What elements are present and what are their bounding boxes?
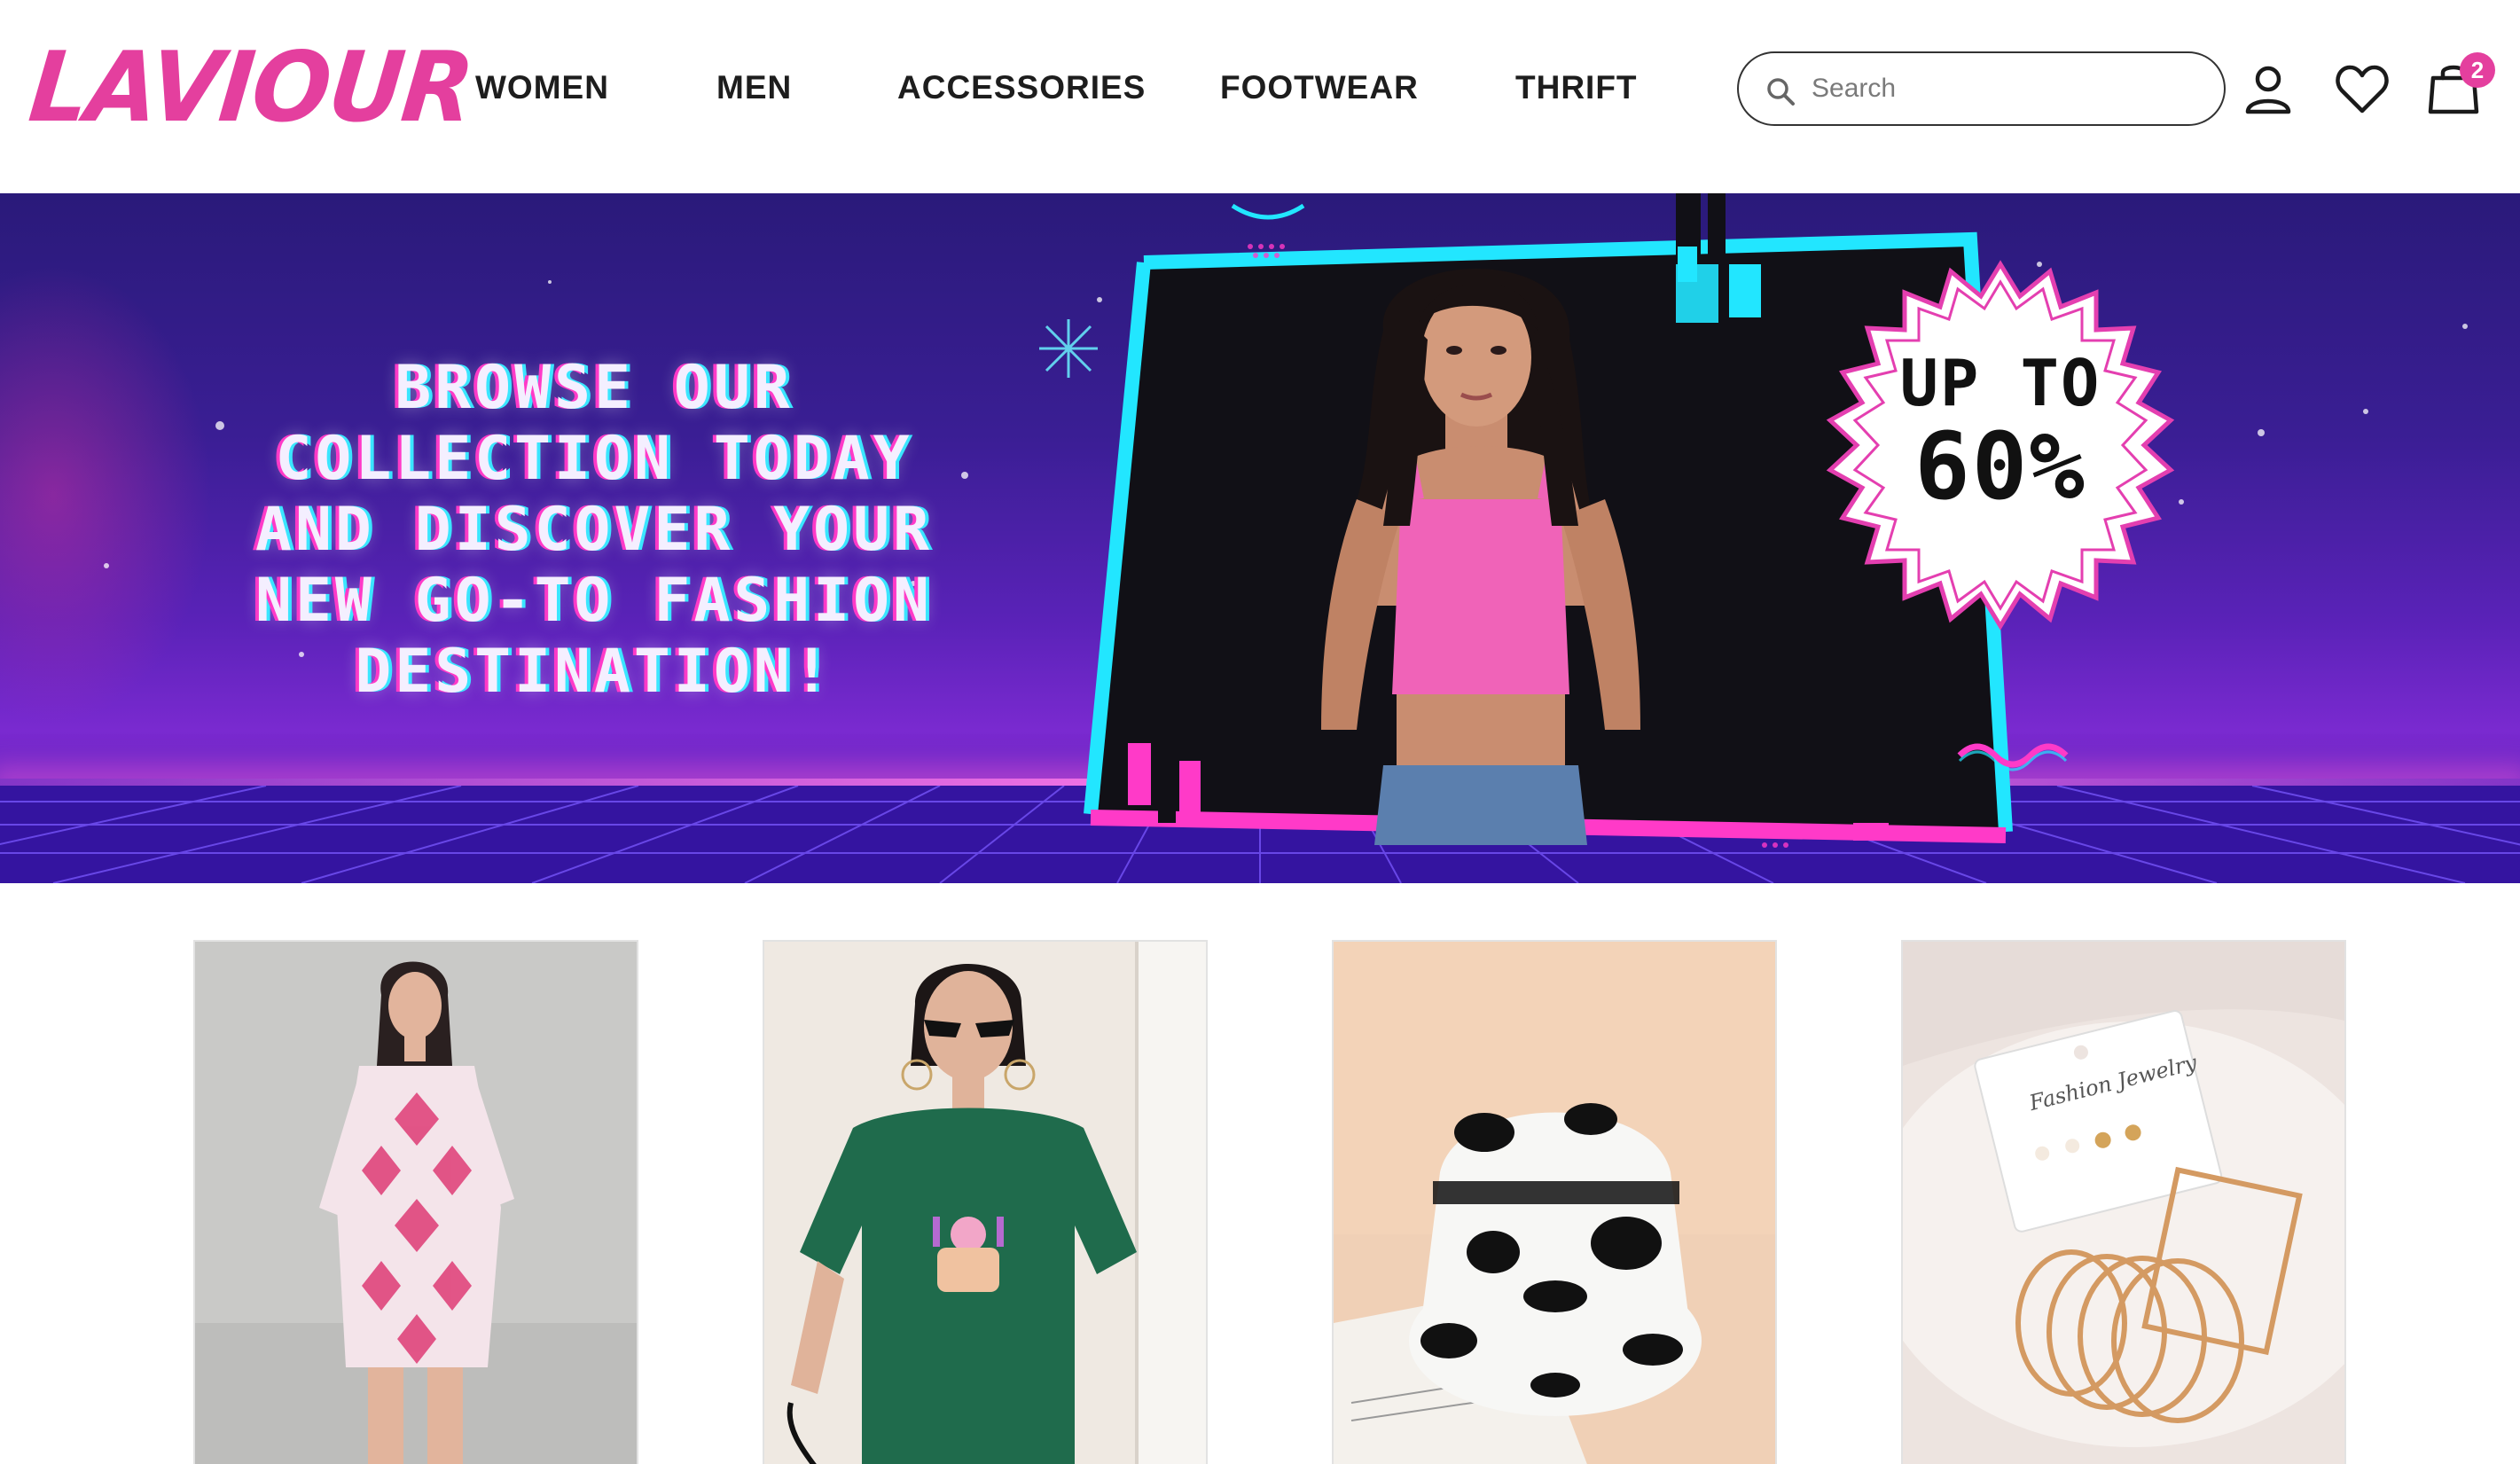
hero-headline-line: DESTINATION!	[355, 637, 833, 707]
pink-patterned-shirt-dress-photo	[195, 942, 637, 1464]
green-graphic-tshirt-photo	[764, 942, 1206, 1464]
promo-line-2: 60%	[1914, 412, 2086, 521]
hero-model-photo	[1321, 269, 1640, 845]
search-icon[interactable]	[1764, 74, 1799, 110]
product-grid: Fashion Jewelry	[0, 940, 2520, 1464]
hero-headline-line: BROWSE OUR	[395, 353, 794, 423]
site-header: LAVIOUR WOMEN MEN ACCESSORIES FOOTWEAR T…	[0, 0, 2520, 193]
search-input[interactable]	[1812, 66, 2202, 112]
promo-line-1: UP TO	[1899, 346, 2101, 420]
brand-logo[interactable]: LAVIOUR	[25, 30, 478, 144]
product-card[interactable]	[763, 940, 1208, 1464]
search-box	[1737, 51, 2226, 126]
gold-hoop-earrings-set-photo: Fashion Jewelry	[1903, 942, 2344, 1464]
nav-item-footwear[interactable]: FOOTWEAR	[1220, 69, 1419, 106]
product-card[interactable]	[1332, 940, 1777, 1464]
promo-text: UP TO 60%	[1832, 351, 2169, 513]
product-card[interactable]	[193, 940, 638, 1464]
heart-icon[interactable]	[2335, 64, 2390, 115]
nav-item-women[interactable]: WOMEN	[475, 69, 609, 106]
nav-item-thrift[interactable]: THRIFT	[1515, 69, 1638, 106]
hero-headline-line: AND DISCOVER YOUR	[255, 495, 933, 565]
hero-headline: BROWSE OUR COLLECTION TODAY AND DISCOVER…	[160, 353, 1029, 708]
cart-count-badge: 2	[2460, 52, 2495, 88]
hero-headline-line: NEW GO-TO FASHION	[255, 566, 933, 636]
hero-banner[interactable]: BROWSE OUR COLLECTION TODAY AND DISCOVER…	[0, 193, 2520, 883]
product-card[interactable]: Fashion Jewelry	[1901, 940, 2346, 1464]
hero-headline-line: COLLECTION TODAY	[275, 424, 913, 494]
nav-item-men[interactable]: MEN	[716, 69, 792, 106]
cow-print-bucket-hat-photo	[1334, 942, 1775, 1464]
nav-item-accessories[interactable]: ACCESSORIES	[897, 69, 1146, 106]
user-icon[interactable]	[2243, 64, 2293, 115]
